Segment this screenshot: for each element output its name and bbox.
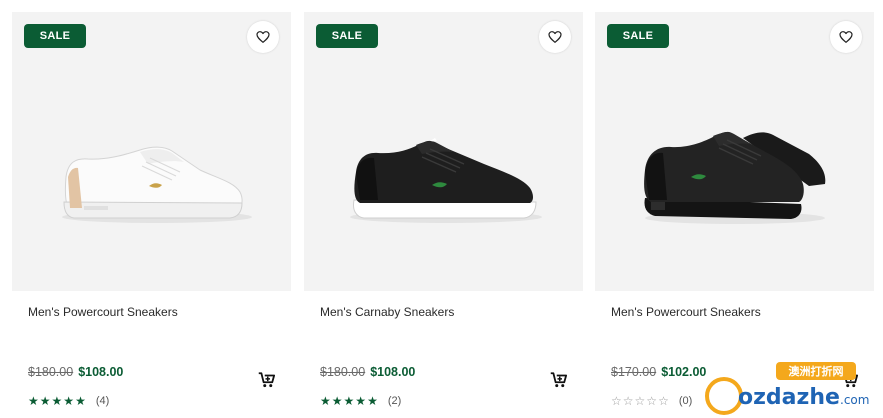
sale-badge: SALE <box>607 24 669 48</box>
wishlist-button[interactable] <box>539 21 571 53</box>
star-rating: ☆ ☆ ☆ ☆ ☆ (0) <box>611 395 692 407</box>
product-card[interactable]: SALE Men's Powercourt Sneakers $170.00 $… <box>595 12 874 418</box>
star-icon: ☆ <box>658 394 669 408</box>
star-icon: ☆ <box>634 394 646 408</box>
review-count[interactable]: (4) <box>96 395 109 407</box>
watermark-logo: 澳洲打折网 ozdazhe .com <box>705 362 869 415</box>
star-icon: ★ <box>63 394 75 408</box>
wishlist-button[interactable] <box>830 21 862 53</box>
star-icon: ★ <box>320 394 331 408</box>
star-icon: ☆ <box>646 394 658 408</box>
star-icon: ★ <box>75 394 86 408</box>
original-price: $170.00 <box>611 365 657 379</box>
product-image[interactable]: SALE <box>12 12 291 291</box>
sale-badge: SALE <box>24 24 86 48</box>
star-icon: ☆ <box>611 394 622 408</box>
wishlist-button[interactable] <box>247 21 279 53</box>
original-price: $180.00 <box>320 365 366 379</box>
star-rating: ★ ★ ★ ★ ★ (2) <box>320 395 401 407</box>
original-price: $180.00 <box>28 365 74 379</box>
star-icon: ★ <box>343 394 355 408</box>
product-name[interactable]: Men's Powercourt Sneakers <box>28 305 178 319</box>
star-icon: ☆ <box>622 394 634 408</box>
sale-price: $108.00 <box>78 365 124 379</box>
watermark-suffix-text: .com <box>840 393 869 407</box>
star-icon: ★ <box>39 394 51 408</box>
product-card[interactable]: SALE Men's Powercourt Sneakers $180.00 $… <box>12 12 291 418</box>
watermark-main-text: ozdazhe <box>738 385 840 410</box>
star-icon: ★ <box>51 394 63 408</box>
star-icon: ★ <box>28 394 39 408</box>
star-icon: ★ <box>355 394 367 408</box>
heart-icon <box>839 31 853 43</box>
price: $180.00 $108.00 <box>28 365 123 379</box>
black-white-sneaker-image <box>350 138 542 223</box>
product-image[interactable]: SALE <box>304 12 583 291</box>
product-name[interactable]: Men's Carnaby Sneakers <box>320 305 454 319</box>
product-name[interactable]: Men's Powercourt Sneakers <box>611 305 761 319</box>
price: $170.00 $102.00 <box>611 365 706 379</box>
add-to-cart-icon[interactable] <box>258 371 276 389</box>
product-image[interactable]: SALE <box>595 12 874 291</box>
black-sneaker-image <box>644 131 826 224</box>
white-sneaker-image <box>62 146 252 223</box>
heart-icon <box>256 31 270 43</box>
review-count[interactable]: (2) <box>388 395 401 407</box>
star-icon: ★ <box>367 394 378 408</box>
price: $180.00 $108.00 <box>320 365 415 379</box>
heart-icon <box>548 31 562 43</box>
watermark-top-text: 澳洲打折网 <box>789 364 844 378</box>
sale-price: $108.00 <box>370 365 416 379</box>
review-count[interactable]: (0) <box>679 395 692 407</box>
star-rating: ★ ★ ★ ★ ★ (4) <box>28 395 109 407</box>
sale-badge: SALE <box>316 24 378 48</box>
add-to-cart-icon[interactable] <box>550 371 568 389</box>
product-card[interactable]: SALE Men's Carnaby Sneakers $180.00 $108… <box>304 12 583 418</box>
star-icon: ★ <box>331 394 343 408</box>
